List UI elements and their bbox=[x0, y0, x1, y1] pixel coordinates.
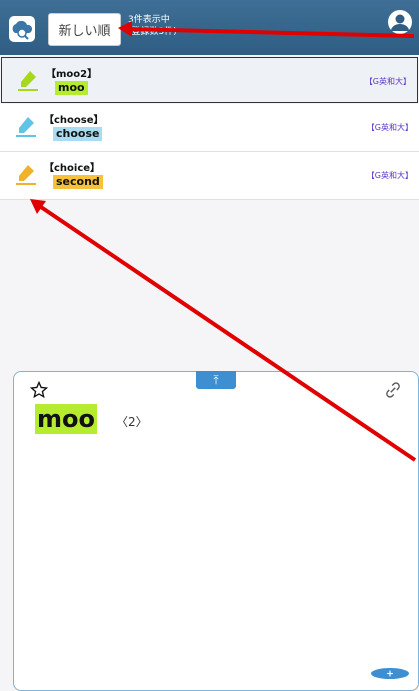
annotation-arrowhead bbox=[30, 199, 46, 214]
entry-title: 【choose】 bbox=[44, 115, 104, 126]
add-plus-icon[interactable] bbox=[371, 668, 409, 679]
count-info: 3件表示中 (登録数3件) bbox=[128, 14, 177, 38]
display-count: 3件表示中 bbox=[128, 15, 170, 25]
detail-panel: ⤒ moo 〈2〉 bbox=[13, 371, 419, 691]
list-item[interactable]: 【choose】 choose 【G英和大】 bbox=[0, 104, 419, 152]
link-icon[interactable] bbox=[384, 381, 402, 399]
entry-title: 【choice】 bbox=[44, 163, 101, 174]
top-bar: 新しい順 3件表示中 (登録数3件) bbox=[0, 0, 419, 55]
entry-title: 【moo2】 bbox=[46, 69, 98, 80]
entry-word: second bbox=[53, 175, 103, 189]
dictionary-tag: 【G英和大】 bbox=[364, 77, 411, 86]
list-item[interactable]: 【choice】 second 【G英和大】 bbox=[0, 152, 419, 200]
dictionary-tag: 【G英和大】 bbox=[366, 171, 413, 180]
user-account-icon[interactable] bbox=[388, 10, 412, 34]
registered-count: (登録数3件) bbox=[128, 27, 177, 37]
list-item[interactable]: 【moo2】 moo 【G英和大】 bbox=[1, 57, 418, 103]
dictionary-tag: 【G英和大】 bbox=[366, 123, 413, 132]
entry-word: choose bbox=[53, 127, 103, 141]
highlighter-pen-icon bbox=[16, 165, 36, 185]
sort-order-button[interactable]: 新しい順 bbox=[48, 13, 121, 46]
highlighter-pen-icon bbox=[16, 117, 36, 137]
cloud-app-icon[interactable] bbox=[9, 16, 35, 42]
star-icon[interactable] bbox=[30, 381, 48, 399]
headword: moo bbox=[35, 404, 97, 434]
expand-panel-button[interactable]: ⤒ bbox=[196, 371, 236, 389]
entry-word: moo bbox=[55, 81, 88, 95]
entry-list: 【moo2】 moo 【G英和大】 【choose】 choose 【G英和大】… bbox=[0, 57, 419, 200]
highlighter-pen-icon bbox=[18, 71, 38, 91]
sense-number: 〈2〉 bbox=[116, 415, 148, 429]
